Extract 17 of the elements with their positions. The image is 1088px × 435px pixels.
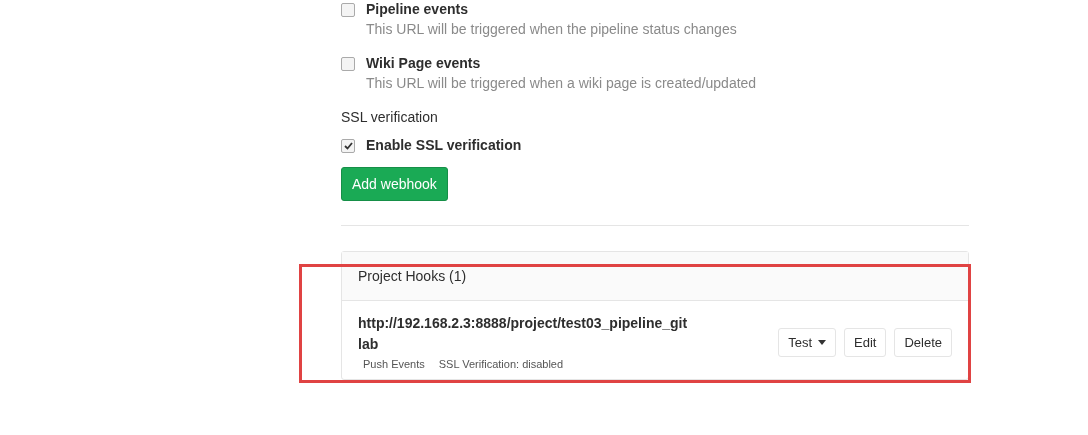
- checkbox[interactable]: [341, 3, 355, 17]
- panel-header: Project Hooks (1): [342, 252, 968, 301]
- checkbox-label: Wiki Page events: [366, 55, 482, 71]
- checkbox-label: Enable SSL verification: [366, 137, 522, 153]
- delete-button[interactable]: Delete: [894, 327, 952, 357]
- caret-icon: [818, 339, 826, 345]
- hook-tag: Push Events: [358, 357, 430, 371]
- checkbox-label: Pipeline events: [366, 1, 469, 17]
- section-heading: SSL verification: [341, 109, 439, 125]
- help-text: This URL will be triggered when the pipeline status changes: [366, 21, 737, 37]
- edit-button[interactable]: Edit: [844, 327, 887, 357]
- hook-url: http://192.168.2.3:8888/project/test03_pipeline_gitlab: [358, 314, 688, 354]
- checkbox[interactable]: [341, 57, 355, 71]
- checkbox[interactable]: [341, 139, 355, 153]
- test-dropdown-button[interactable]: Test: [778, 327, 836, 357]
- hook-tag: SSL Verification: disabled: [433, 357, 569, 371]
- help-text: This URL will be triggered when a wiki page is created/updated: [366, 75, 757, 91]
